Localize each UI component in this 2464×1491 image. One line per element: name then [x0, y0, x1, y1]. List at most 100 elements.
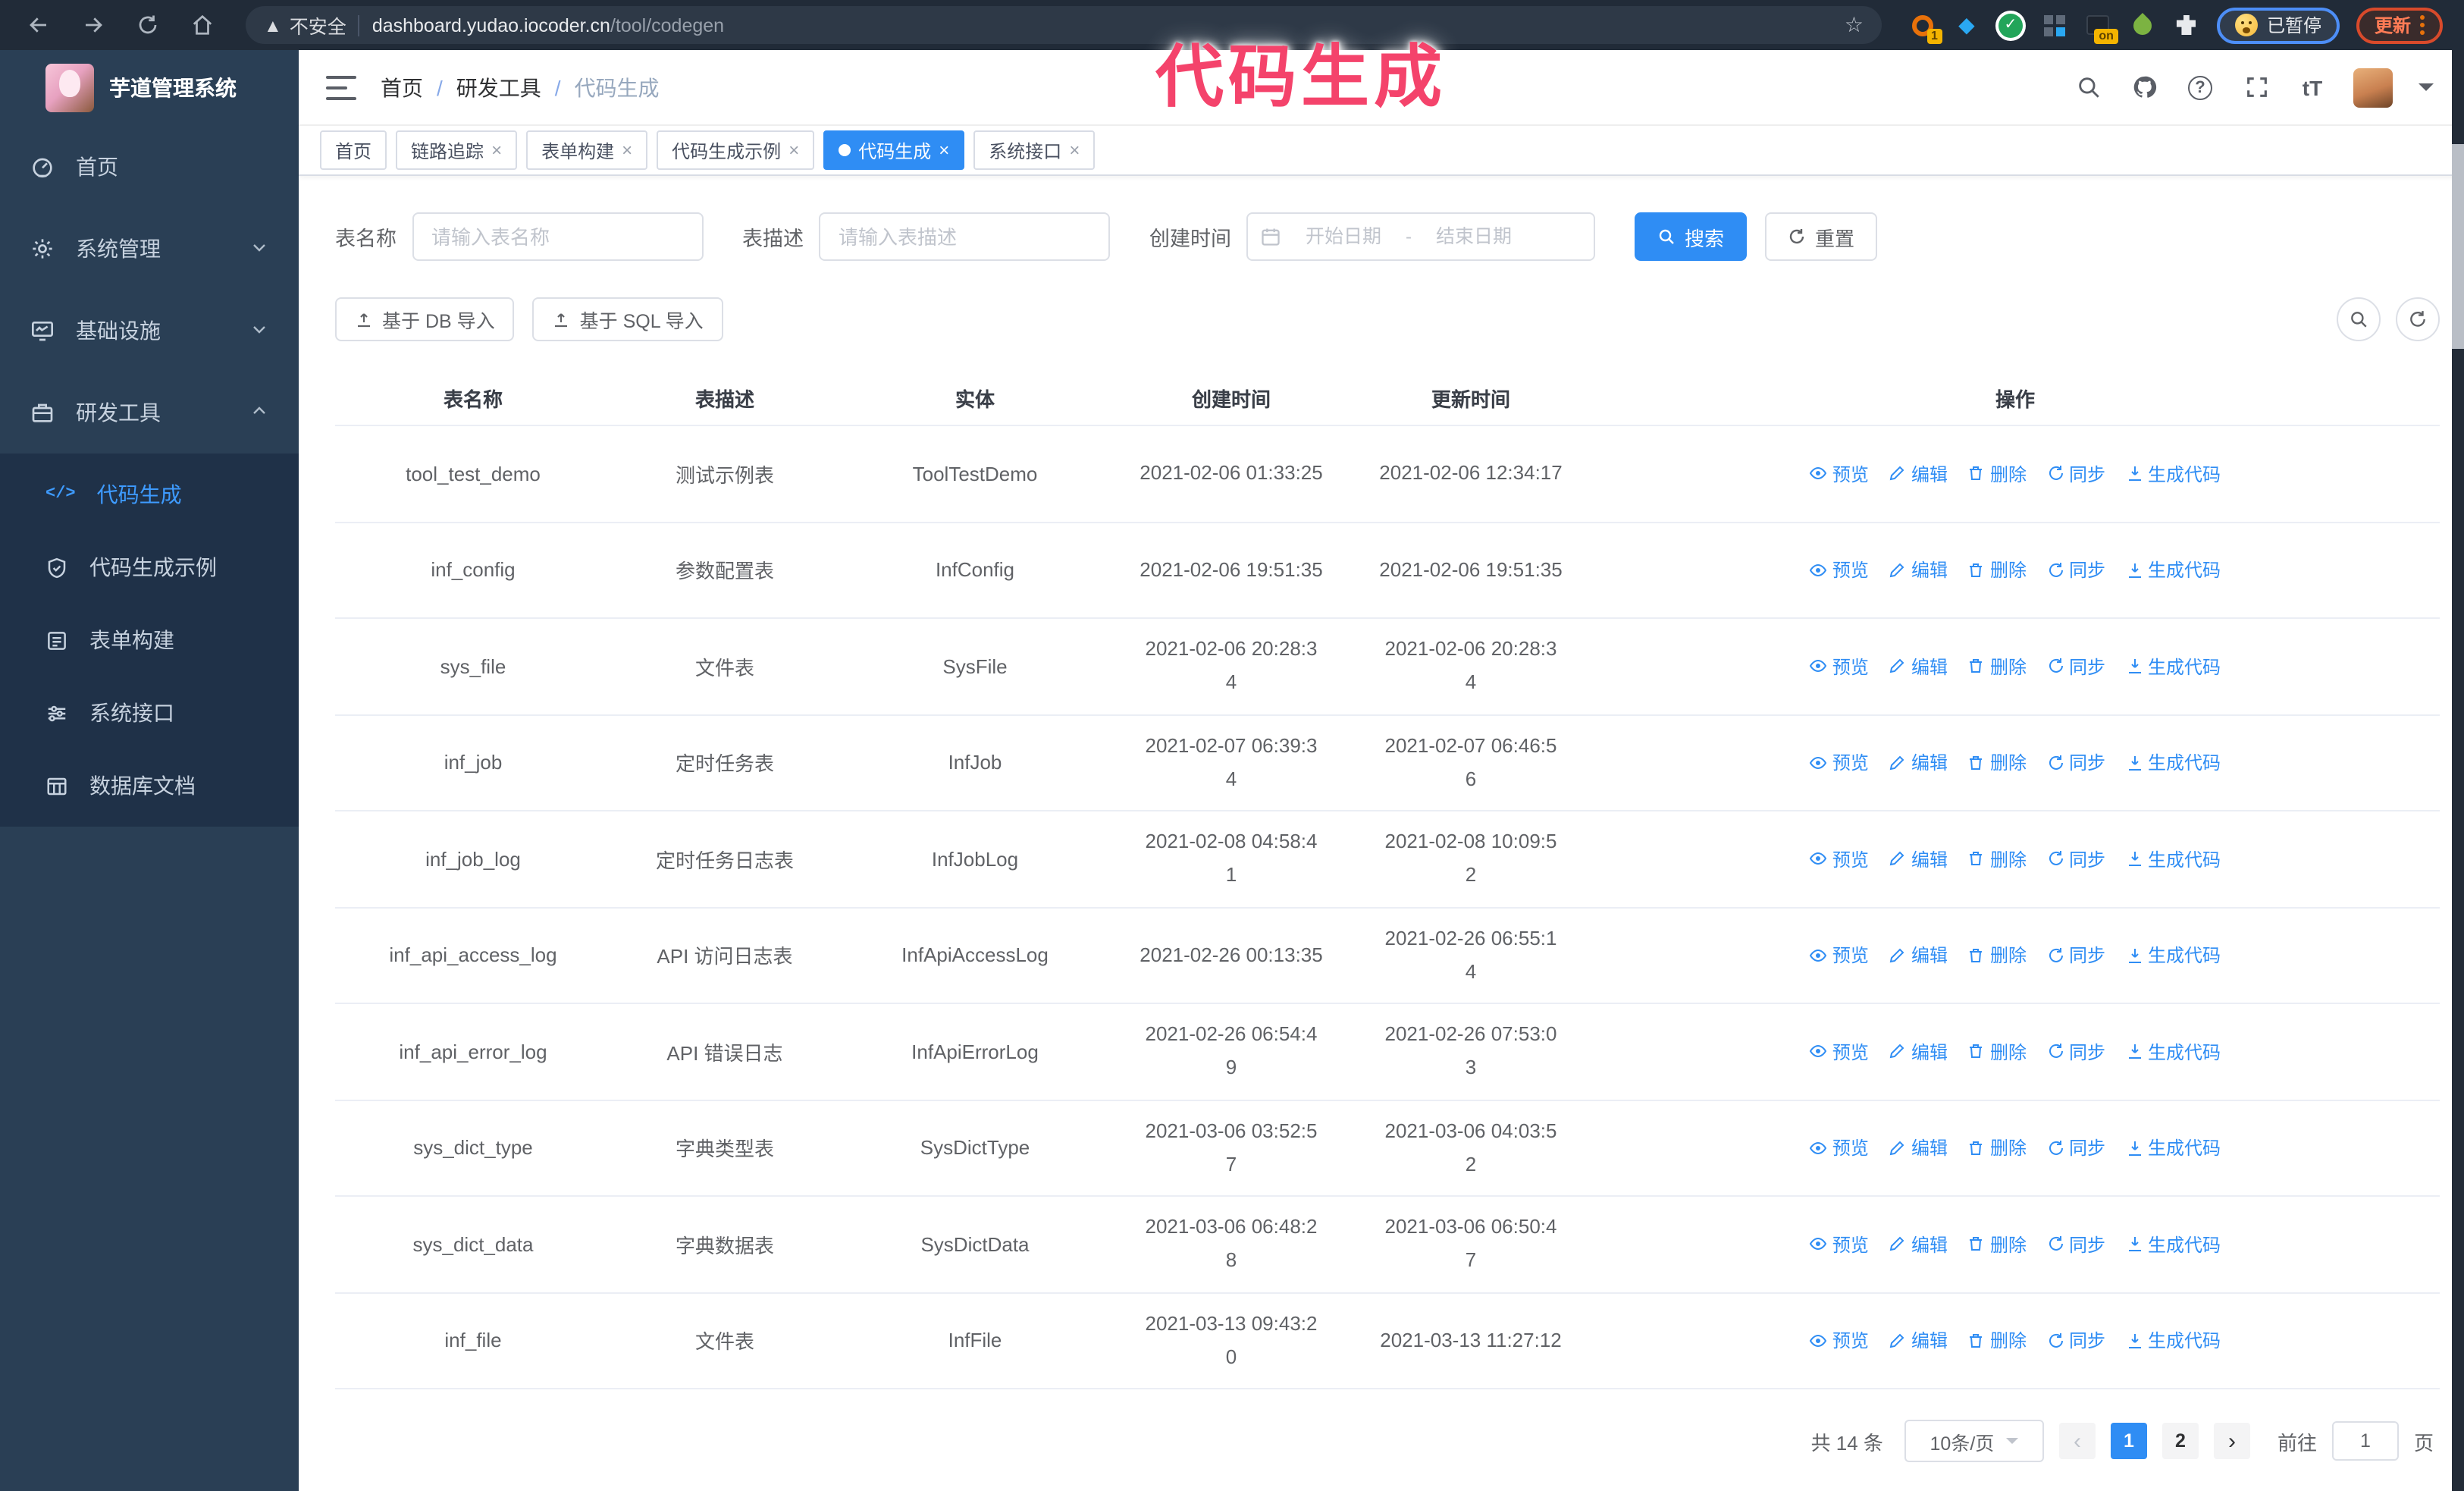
- sync-link[interactable]: 同步: [2046, 846, 2105, 872]
- end-date-input[interactable]: [1418, 226, 1530, 247]
- user-avatar[interactable]: [2353, 67, 2393, 107]
- generate-code-link[interactable]: 生成代码: [2125, 1135, 2221, 1161]
- tab-form-builder[interactable]: 表单构建 ×: [526, 130, 648, 170]
- refresh-table-button[interactable]: [2396, 297, 2440, 341]
- close-icon[interactable]: ×: [1069, 141, 1080, 159]
- edit-link[interactable]: 编辑: [1889, 846, 1948, 872]
- breadcrumb-home[interactable]: 首页: [381, 72, 423, 102]
- import-sql-button[interactable]: 基于 SQL 导入: [532, 297, 723, 341]
- tab-home[interactable]: 首页: [320, 130, 387, 170]
- tab-codegen[interactable]: 代码生成 ×: [823, 130, 965, 170]
- preview-link[interactable]: 预览: [1810, 1328, 1869, 1354]
- sync-link[interactable]: 同步: [2046, 1135, 2105, 1161]
- sidebar-item-system[interactable]: 系统管理: [0, 208, 299, 290]
- close-icon[interactable]: ×: [491, 141, 502, 159]
- generate-code-link[interactable]: 生成代码: [2125, 557, 2221, 583]
- prev-page-button[interactable]: ‹: [2058, 1423, 2096, 1459]
- tab-trace[interactable]: 链路追踪 ×: [396, 130, 518, 170]
- help-icon[interactable]: ?: [2185, 72, 2215, 102]
- extension-plant-icon[interactable]: [2129, 11, 2156, 39]
- goto-page-input[interactable]: [2331, 1421, 2399, 1461]
- page-scrollbar[interactable]: [2452, 50, 2464, 1491]
- forward-icon[interactable]: [70, 7, 115, 43]
- date-range-picker[interactable]: -: [1246, 212, 1595, 261]
- sidebar-item-infra[interactable]: 基础设施: [0, 290, 299, 372]
- tab-system-api[interactable]: 系统接口 ×: [973, 130, 1096, 170]
- preview-link[interactable]: 预览: [1810, 557, 1869, 583]
- preview-link[interactable]: 预览: [1810, 750, 1869, 776]
- sidebar-item-codegen[interactable]: </> 代码生成: [0, 458, 299, 531]
- preview-link[interactable]: 预览: [1810, 461, 1869, 487]
- import-db-button[interactable]: 基于 DB 导入: [335, 297, 515, 341]
- delete-link[interactable]: 删除: [1967, 943, 2027, 968]
- delete-link[interactable]: 删除: [1967, 750, 2027, 776]
- sync-link[interactable]: 同步: [2046, 750, 2105, 776]
- page-1-button[interactable]: 1: [2110, 1423, 2147, 1459]
- extension-check-icon[interactable]: ✓: [1997, 11, 2024, 39]
- page-size-select[interactable]: 10条/页: [1904, 1420, 2044, 1462]
- sidebar-item-form-builder[interactable]: 表单构建: [0, 604, 299, 676]
- paused-chip[interactable]: 已暂停: [2216, 7, 2340, 43]
- back-icon[interactable]: [15, 7, 61, 43]
- breadcrumb-devtools[interactable]: 研发工具: [456, 72, 541, 102]
- sidebar-item-db-doc[interactable]: 数据库文档: [0, 749, 299, 822]
- close-icon[interactable]: ×: [622, 141, 632, 159]
- table-desc-input[interactable]: [819, 212, 1110, 261]
- preview-link[interactable]: 预览: [1810, 1232, 1869, 1257]
- toggle-search-button[interactable]: [2337, 297, 2381, 341]
- home-icon[interactable]: [179, 7, 224, 43]
- preview-link[interactable]: 预览: [1810, 846, 1869, 872]
- edit-link[interactable]: 编辑: [1889, 1135, 1948, 1161]
- delete-link[interactable]: 删除: [1967, 557, 2027, 583]
- sync-link[interactable]: 同步: [2046, 943, 2105, 968]
- delete-link[interactable]: 删除: [1967, 846, 2027, 872]
- delete-link[interactable]: 删除: [1967, 654, 2027, 680]
- next-page-button[interactable]: ›: [2213, 1423, 2250, 1459]
- sync-link[interactable]: 同步: [2046, 654, 2105, 680]
- extensions-puzzle-icon[interactable]: [2173, 11, 2200, 39]
- extension-on-icon[interactable]: on: [2085, 11, 2118, 43]
- reset-button[interactable]: 重置: [1765, 212, 1878, 261]
- edit-link[interactable]: 编辑: [1889, 1328, 1948, 1354]
- close-icon[interactable]: ×: [939, 141, 949, 159]
- preview-link[interactable]: 预览: [1810, 654, 1869, 680]
- generate-code-link[interactable]: 生成代码: [2125, 461, 2221, 487]
- extension-grid-icon[interactable]: [2041, 11, 2068, 39]
- delete-link[interactable]: 删除: [1967, 1135, 2027, 1161]
- generate-code-link[interactable]: 生成代码: [2125, 1039, 2221, 1065]
- preview-link[interactable]: 预览: [1810, 943, 1869, 968]
- sync-link[interactable]: 同步: [2046, 1232, 2105, 1257]
- generate-code-link[interactable]: 生成代码: [2125, 1328, 2221, 1354]
- search-icon[interactable]: [2073, 72, 2103, 102]
- edit-link[interactable]: 编辑: [1889, 943, 1948, 968]
- app-logo[interactable]: 芋道管理系统: [0, 50, 299, 126]
- sync-link[interactable]: 同步: [2046, 1328, 2105, 1354]
- sync-link[interactable]: 同步: [2046, 461, 2105, 487]
- scrollbar-thumb[interactable]: [2452, 144, 2464, 349]
- start-date-input[interactable]: [1287, 226, 1400, 247]
- sidebar-item-codegen-example[interactable]: 代码生成示例: [0, 531, 299, 604]
- extension-gem-icon[interactable]: ◆: [1953, 11, 1980, 39]
- generate-code-link[interactable]: 生成代码: [2125, 846, 2221, 872]
- edit-link[interactable]: 编辑: [1889, 1039, 1948, 1065]
- table-name-input[interactable]: [412, 212, 703, 261]
- edit-link[interactable]: 编辑: [1889, 461, 1948, 487]
- delete-link[interactable]: 删除: [1967, 1039, 2027, 1065]
- extension-orange-icon[interactable]: 1: [1909, 11, 1942, 43]
- generate-code-link[interactable]: 生成代码: [2125, 943, 2221, 968]
- fullscreen-icon[interactable]: [2241, 72, 2271, 102]
- sidebar-item-system-api[interactable]: 系统接口: [0, 676, 299, 749]
- chevron-down-icon[interactable]: [2419, 83, 2434, 99]
- generate-code-link[interactable]: 生成代码: [2125, 654, 2221, 680]
- preview-link[interactable]: 预览: [1810, 1039, 1869, 1065]
- github-icon[interactable]: [2129, 72, 2159, 102]
- sync-link[interactable]: 同步: [2046, 1039, 2105, 1065]
- site-security[interactable]: ▲ 不安全: [264, 11, 346, 39]
- delete-link[interactable]: 删除: [1967, 461, 2027, 487]
- page-2-button[interactable]: 2: [2161, 1423, 2199, 1459]
- edit-link[interactable]: 编辑: [1889, 654, 1948, 680]
- generate-code-link[interactable]: 生成代码: [2125, 1232, 2221, 1257]
- browser-menu-icon[interactable]: [2420, 15, 2425, 35]
- update-chip[interactable]: 更新: [2356, 7, 2443, 43]
- edit-link[interactable]: 编辑: [1889, 1232, 1948, 1257]
